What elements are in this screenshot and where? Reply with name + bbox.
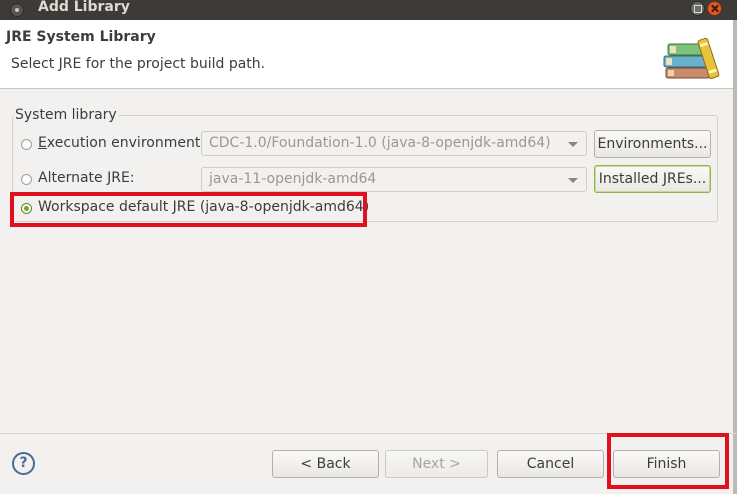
finish-highlight (607, 433, 729, 489)
window-menu-icon[interactable] (10, 3, 24, 17)
alternate-jre-label: Alternate JRE: (38, 170, 135, 186)
execution-environment-radio[interactable] (21, 139, 32, 150)
page-description: Select JRE for the project build path. (11, 56, 266, 72)
wizard-header: JRE System Library Select JRE for the pr… (0, 20, 737, 89)
back-button[interactable]: < Back (272, 450, 379, 478)
page-title: JRE System Library (6, 29, 156, 45)
close-icon[interactable] (707, 1, 722, 16)
execution-environment-label: Execution environment: (38, 135, 206, 151)
environments-button[interactable]: Environments... (594, 130, 711, 158)
cancel-button[interactable]: Cancel (497, 450, 604, 478)
library-books-icon (663, 37, 720, 79)
title-bar: Add Library (0, 0, 737, 20)
window-title: Add Library (38, 0, 130, 15)
workspace-default-highlight (10, 192, 367, 227)
help-icon[interactable]: ? (12, 452, 35, 475)
alternate-jre-value: java-11-openjdk-amd64 (209, 171, 377, 187)
maximize-icon[interactable] (690, 1, 705, 16)
execution-environment-value: CDC-1.0/Foundation-1.0 (java-8-openjdk-a… (209, 135, 551, 151)
alternate-jre-radio[interactable] (21, 174, 32, 185)
chevron-down-icon (568, 142, 578, 147)
alternate-jre-combo[interactable]: java-11-openjdk-amd64 (201, 167, 587, 192)
next-button[interactable]: Next > (385, 450, 488, 478)
execution-environment-combo[interactable]: CDC-1.0/Foundation-1.0 (java-8-openjdk-a… (201, 131, 587, 156)
system-library-legend: System library (14, 107, 118, 123)
installed-jres-button[interactable]: Installed JREs... (594, 165, 711, 193)
chevron-down-icon (568, 178, 578, 183)
window-edge (733, 20, 737, 494)
